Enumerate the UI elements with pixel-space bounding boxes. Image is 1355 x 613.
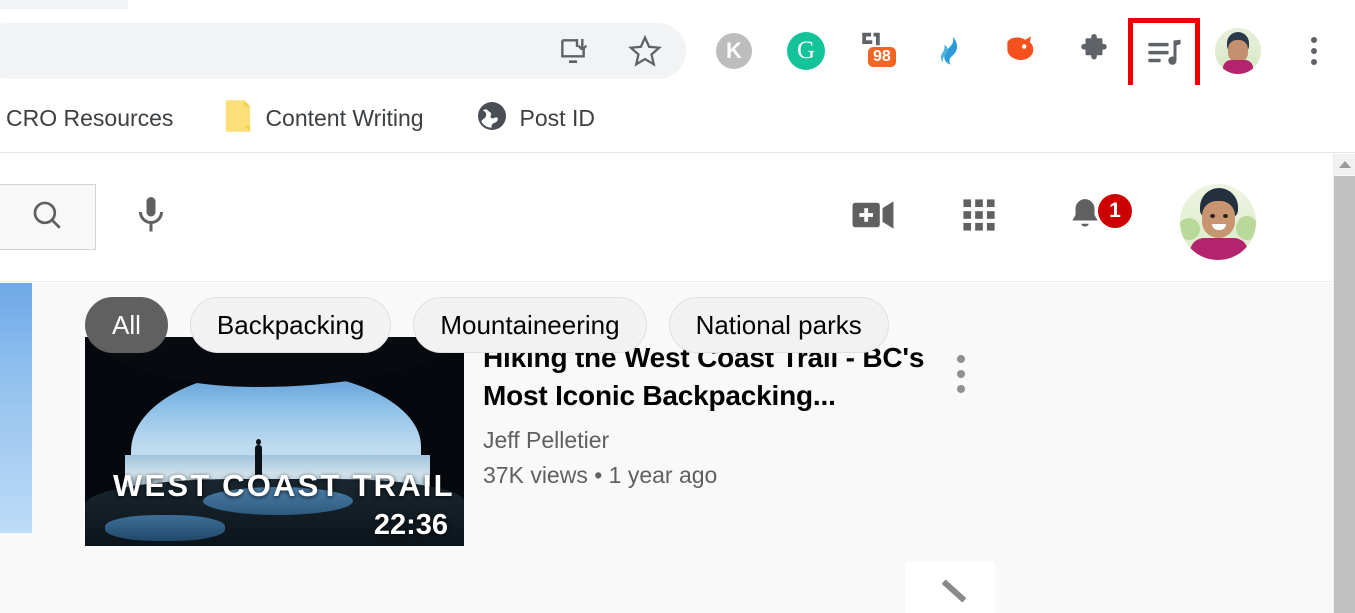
seo-meta-extension-icon[interactable]: 98: [852, 25, 904, 77]
install-app-icon[interactable]: [545, 23, 601, 79]
globe-icon: [476, 100, 508, 137]
create-video-button[interactable]: [840, 184, 906, 250]
bookmark-post-id[interactable]: Post ID: [466, 95, 605, 143]
youtube-account-avatar[interactable]: [1180, 184, 1256, 260]
chip-all[interactable]: All: [85, 297, 168, 353]
create-video-icon: [852, 200, 894, 235]
chrome-profile-avatar[interactable]: [1212, 25, 1264, 77]
scroll-up-arrow-icon[interactable]: [1334, 154, 1355, 175]
tab-strip: [0, 0, 1355, 9]
thumbnail-overlay-text: WEST COAST TRAIL: [113, 468, 455, 503]
kissmetrics-extension-icon[interactable]: K: [708, 25, 760, 77]
extensions-puzzle-icon[interactable]: [1068, 25, 1120, 77]
fox-seo-extension-icon[interactable]: [996, 25, 1048, 77]
yellow-note-icon: [223, 99, 253, 138]
video-view-stats: 37K views • 1 year ago: [483, 462, 718, 488]
bookmark-cro-resources[interactable]: CRO Resources: [0, 95, 183, 143]
browser-toolbar: K G 98: [0, 9, 1355, 90]
chip-backpacking[interactable]: Backpacking: [189, 297, 392, 353]
bookmarks-bar: CRO Resources Content Writing Post ID: [0, 85, 1355, 153]
chip-mountaineering[interactable]: Mountaineering: [413, 297, 647, 353]
video-metadata: Hiking the West Coast Trail - BC's Most …: [483, 339, 953, 489]
notifications-badge: 1: [1098, 193, 1132, 228]
youtube-masthead: 1: [0, 154, 1333, 282]
bookmark-content-writing[interactable]: Content Writing: [213, 95, 433, 143]
grammarly-extension-icon[interactable]: G: [780, 25, 832, 77]
tab-inactive[interactable]: [0, 0, 128, 9]
search-button[interactable]: [0, 184, 96, 250]
bookmark-label: Content Writing: [265, 105, 424, 131]
thumbnail-tidepool-2: [105, 515, 225, 541]
video-duration-badge: 22:36: [373, 509, 448, 541]
flame-extension-icon[interactable]: [924, 25, 976, 77]
video-thumbnail[interactable]: WEST COAST TRAIL 22:36: [85, 337, 464, 546]
bookmark-label: Post ID: [519, 105, 595, 131]
microphone-icon: [133, 195, 169, 240]
tab-strip-empty: [1016, 0, 1355, 9]
bookmark-star-icon[interactable]: [617, 23, 673, 79]
filter-chip-bar: All Backpacking Mountaineering National …: [85, 297, 889, 353]
playlist-music-extension-icon[interactable]: [1128, 18, 1200, 90]
browser-window: K G 98 CRO Resources Content Writing Pos…: [0, 0, 1355, 613]
chip-national-parks[interactable]: National parks: [668, 297, 889, 353]
youtube-apps-grid-icon: [962, 198, 996, 237]
scrollbar-thumb[interactable]: [1334, 176, 1355, 613]
notifications-button[interactable]: 1: [1052, 184, 1132, 250]
search-icon: [30, 198, 64, 237]
video-more-options-icon[interactable]: [957, 355, 965, 393]
bookmark-label: CRO Resources: [6, 105, 174, 131]
adjacent-thumbnail-strip[interactable]: [0, 283, 32, 533]
youtube-apps-button[interactable]: [946, 184, 1012, 250]
video-list-item[interactable]: WEST COAST TRAIL 22:36 Hiking the West C…: [85, 337, 985, 547]
notifications-bell-icon: 1: [1066, 193, 1132, 239]
page-scrollbar[interactable]: [1333, 154, 1355, 613]
video-channel-name[interactable]: Jeff Pelletier: [483, 427, 953, 454]
chrome-menu-icon[interactable]: [1288, 25, 1340, 77]
tab-active[interactable]: [128, 0, 1016, 9]
voice-search-button[interactable]: [120, 184, 182, 250]
